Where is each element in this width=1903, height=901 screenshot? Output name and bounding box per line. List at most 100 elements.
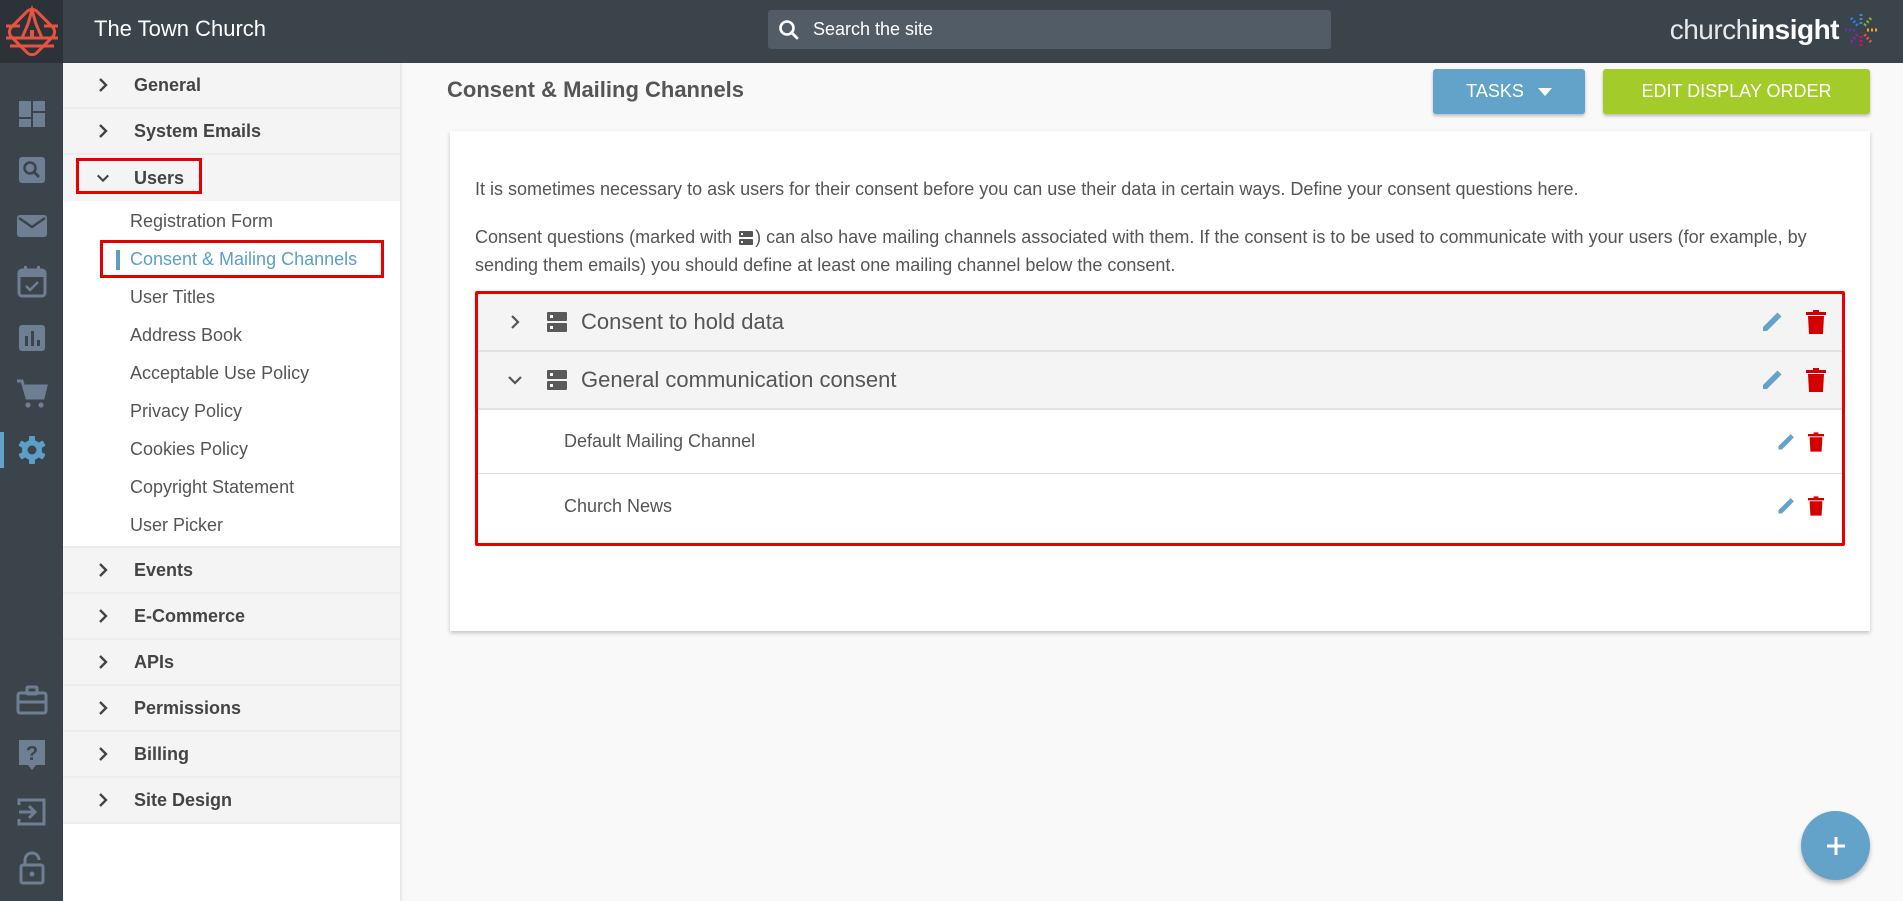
consent-info-text-a: Consent questions (marked with (475, 227, 738, 247)
sidebar-item-registration-form[interactable]: Registration Form (63, 202, 400, 240)
delete-button[interactable] (1806, 310, 1826, 334)
delete-button[interactable] (1808, 496, 1824, 516)
edit-button[interactable] (1776, 496, 1796, 516)
sidebar-item-user-picker[interactable]: User Picker (63, 506, 400, 544)
sidebar-section-label: Billing (134, 743, 189, 764)
chevron-right-icon[interactable] (505, 314, 525, 330)
settings-icon (18, 436, 45, 464)
highlight-box (100, 240, 384, 278)
sidebar-section-general[interactable]: General (63, 63, 400, 109)
channel-label: Default Mailing Channel (564, 431, 756, 451)
rail-dashboard[interactable] (0, 92, 63, 136)
chevron-right-icon (96, 562, 110, 578)
settings-sidebar: General System Emails Users Registration… (63, 63, 400, 901)
consent-list: Consent to hold data General communicati… (475, 291, 1845, 546)
delete-button[interactable] (1808, 431, 1824, 452)
rail-search[interactable] (0, 148, 63, 192)
edit-display-order-button[interactable]: EDIT DISPLAY ORDER (1603, 69, 1870, 114)
plus-icon (1826, 836, 1845, 855)
search-input[interactable] (813, 19, 1293, 40)
mailing-channel-row[interactable]: Church News (478, 474, 1842, 538)
sidebar-section-label: APIs (134, 651, 175, 672)
mail-icon (16, 215, 47, 237)
pencil-icon (1763, 312, 1782, 331)
svg-text:?: ? (25, 743, 37, 765)
sidebar-section-site-design[interactable]: Site Design (63, 778, 400, 824)
rail-sign-in[interactable] (0, 790, 63, 834)
mailing-channel-row[interactable]: Default Mailing Channel (478, 410, 1842, 474)
row-actions (1760, 294, 1826, 350)
edit-button[interactable] (1776, 432, 1796, 452)
chevron-right-icon (96, 700, 110, 716)
rail-help[interactable]: ? (0, 733, 63, 777)
sidebar-section-apis[interactable]: APIs (63, 640, 400, 686)
rail-ecommerce[interactable] (0, 372, 63, 416)
sidebar-section-label: Events (134, 559, 194, 580)
sidebar-item-copyright-statement[interactable]: Copyright Statement (63, 468, 400, 506)
sidebar-section-permissions[interactable]: Permissions (63, 686, 400, 732)
church-logo[interactable] (0, 0, 63, 63)
brand-light-text: church (1669, 14, 1752, 45)
edit-button[interactable] (1760, 310, 1784, 334)
rail-settings[interactable] (0, 428, 63, 472)
unlock-icon (19, 851, 44, 885)
row-actions (1760, 352, 1826, 408)
channel-label: Church News (564, 495, 673, 516)
sidebar-item-address-book[interactable]: Address Book (63, 316, 400, 354)
sidebar-item-user-titles[interactable]: User Titles (63, 278, 400, 316)
consent-row[interactable]: General communication consent (478, 352, 1842, 410)
consent-row[interactable]: Consent to hold data (478, 294, 1842, 352)
sidebar-section-users[interactable]: Users (63, 155, 400, 201)
row-actions (1776, 410, 1824, 473)
sidebar-item-privacy-policy[interactable]: Privacy Policy (63, 392, 400, 430)
help-icon: ? (18, 740, 45, 770)
rail-calendar[interactable] (0, 260, 63, 304)
chevron-down-icon[interactable] (505, 375, 525, 385)
consent-question-icon (547, 312, 567, 332)
consent-label: Consent to hold data (581, 309, 785, 334)
chevron-right-icon (96, 792, 110, 808)
sidebar-item-acceptable-use-policy[interactable]: Acceptable Use Policy (63, 354, 400, 392)
chevron-right-icon (96, 77, 110, 93)
top-bar: The Town Church churchinsight (0, 0, 1903, 63)
sidebar-section-e-commerce[interactable]: E-Commerce (63, 594, 400, 640)
rail-mail[interactable] (0, 204, 63, 248)
sidebar-section-billing[interactable]: Billing (63, 732, 400, 778)
content-card: It is sometimes necessary to ask users f… (450, 131, 1870, 631)
search-icon (18, 157, 45, 183)
sidebar-section-events[interactable]: Events (63, 548, 400, 594)
briefcase-icon (16, 685, 47, 715)
caret-down-icon (1537, 87, 1552, 96)
app-rail: ? (0, 63, 63, 901)
tasks-label: TASKS (1466, 81, 1524, 101)
trash-icon (1808, 496, 1824, 516)
search-icon (779, 19, 799, 39)
site-search[interactable] (768, 10, 1331, 49)
edit-button[interactable] (1760, 368, 1784, 392)
pencil-icon (1778, 498, 1794, 514)
cart-icon (16, 379, 48, 408)
add-consent-button[interactable] (1801, 811, 1870, 880)
sidebar-section-system-emails[interactable]: System Emails (63, 109, 400, 155)
chevron-right-icon (96, 123, 110, 139)
brand-bold-text: insight (1750, 14, 1840, 45)
delete-button[interactable] (1806, 368, 1826, 392)
site-title[interactable]: The Town Church (94, 16, 266, 42)
bar-chart-icon (18, 325, 45, 351)
consent-question-icon (547, 370, 567, 390)
tasks-button[interactable]: TASKS (1433, 69, 1585, 114)
rail-briefcase[interactable] (0, 678, 63, 722)
sidebar-item-consent-mailing-channels[interactable]: Consent & Mailing Channels (63, 240, 400, 278)
chevron-right-icon (96, 608, 110, 624)
rail-reports[interactable] (0, 316, 63, 360)
sign-in-icon (17, 798, 45, 826)
users-submenu: Registration Form Consent & Mailing Chan… (63, 201, 400, 548)
brand-starburst-icon (1845, 14, 1877, 46)
chevron-right-icon (96, 654, 110, 670)
brand-wordmark: churchinsight (1669, 14, 1840, 46)
rail-lock[interactable] (0, 846, 63, 890)
trash-icon (1808, 431, 1824, 452)
sidebar-item-cookies-policy[interactable]: Cookies Policy (63, 430, 400, 468)
sidebar-section-label: E-Commerce (134, 605, 246, 626)
page-title: Consent & Mailing Channels (447, 77, 745, 102)
